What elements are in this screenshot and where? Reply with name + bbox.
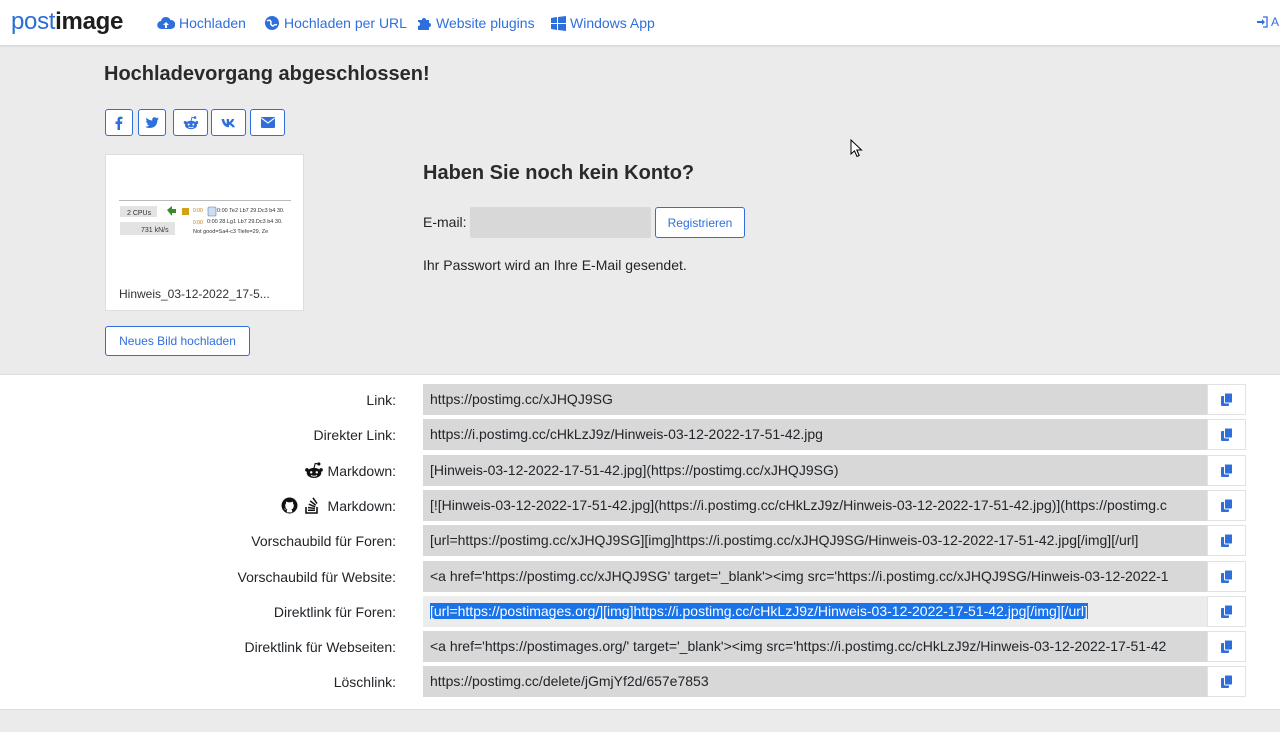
share-twitter-button[interactable] <box>138 109 166 136</box>
link-row-direct-webpages: Direktlink für Webseiten: <a href='https… <box>0 631 1280 662</box>
share-facebook-button[interactable] <box>105 109 133 136</box>
direct-webpages-label: Direktlink für Webseiten: <box>244 638 396 655</box>
nav-upload-url[interactable]: Hochladen per URL <box>264 14 407 32</box>
svg-text:0:00: 0:00 <box>193 220 203 226</box>
new-upload-button[interactable]: Neues Bild hochladen <box>105 326 250 356</box>
markdown-reddit-label-text: Markdown: <box>327 462 396 479</box>
copy-icon <box>1220 605 1233 618</box>
thumbnail-line2-text: 0:00 28.Lg1 Lb7 29.Dc3 b4 30. <box>207 219 283 225</box>
stack-overflow-icon <box>304 497 318 514</box>
direct-forum-field[interactable]: [url=https://postimages.org/][img]https:… <box>423 596 1208 627</box>
puzzle-icon <box>418 18 431 30</box>
svg-text:0:00: 0:00 <box>193 208 203 214</box>
password-note: Ihr Passwort wird an Ihre E-Mail gesende… <box>423 257 687 273</box>
copy-icon <box>1220 640 1233 653</box>
nav-upload-label: Hochladen <box>179 15 246 31</box>
nav-website-plugins-label: Website plugins <box>436 15 535 31</box>
logo-part-image: image <box>55 8 124 35</box>
facebook-icon <box>115 116 123 130</box>
copy-markdown-github-button[interactable] <box>1207 490 1246 521</box>
direct-webpages-field[interactable]: <a href='https://postimages.org/' target… <box>423 631 1208 662</box>
nav-windows-app[interactable]: Windows App <box>551 14 655 32</box>
delete-link-field[interactable]: https://postimg.cc/delete/jGmjYf2d/657e7… <box>423 666 1208 697</box>
share-reddit-button[interactable] <box>173 109 208 136</box>
thumb-forum-label: Vorschaubild für Foren: <box>251 532 396 549</box>
share-vk-button[interactable] <box>211 109 246 136</box>
markdown-github-label-text: Markdown: <box>327 497 396 514</box>
logo-part-post: post <box>11 8 56 35</box>
register-button[interactable]: Registrieren <box>655 207 745 238</box>
link-row-markdown-reddit: Markdown: [Hinweis-03-12-2022-17-51-42.j… <box>0 455 1280 486</box>
nav-website-plugins[interactable]: Website plugins <box>416 14 535 32</box>
copy-icon <box>1220 534 1233 547</box>
thumb-website-label: Vorschaubild für Website: <box>237 568 397 585</box>
nav-windows-app-label: Windows App <box>570 15 655 31</box>
email-field[interactable] <box>470 207 651 238</box>
link-row-delete-link: Löschlink: https://postimg.cc/delete/jGm… <box>0 666 1280 697</box>
windows-icon <box>551 15 566 31</box>
thumbnail-speed-text: 731 kN/s <box>141 227 169 234</box>
copy-delete-link-button[interactable] <box>1207 666 1246 697</box>
share-email-button[interactable] <box>250 109 285 136</box>
link-label: Link: <box>366 391 396 408</box>
uploaded-image-card[interactable]: 2 CPUs 731 kN/s 0:00 0:00 0:00 Te2 Lb7 2… <box>105 154 304 311</box>
markdown-reddit-field[interactable]: [Hinweis-03-12-2022-17-51-42.jpg](https:… <box>423 455 1208 486</box>
link-row-thumb-website: Vorschaubild für Website: <a href='https… <box>0 561 1280 592</box>
copy-icon <box>1220 393 1233 406</box>
copy-direct-forum-button[interactable] <box>1207 596 1246 627</box>
direct-forum-selected-text: [url=https://postimages.org/][img]https:… <box>430 603 1088 619</box>
copy-markdown-reddit-button[interactable] <box>1207 455 1246 486</box>
direct-link-field[interactable]: https://i.postimg.cc/cHkLzJ9z/Hinweis-03… <box>423 419 1208 450</box>
copy-thumb-website-button[interactable] <box>1207 561 1246 592</box>
vk-icon <box>221 118 235 127</box>
github-icon <box>281 497 297 514</box>
navbar: postimage Hochladen Hochladen per URL We… <box>0 0 1280 46</box>
mouse-cursor-icon <box>850 139 863 158</box>
uploaded-image-filename: Hinweis_03-12-2022_17-5... <box>119 287 270 301</box>
cloud-upload-icon <box>157 16 175 30</box>
markdown-github-label: Markdown: <box>281 490 396 521</box>
copy-direct-link-button[interactable] <box>1207 419 1246 450</box>
copy-icon <box>1220 675 1233 688</box>
sign-in-icon <box>1257 16 1268 28</box>
thumb-forum-field[interactable]: [url=https://postimg.cc/xJHQJ9SG][img]ht… <box>423 525 1208 556</box>
link-field[interactable]: https://postimg.cc/xJHQJ9SG <box>423 384 1208 415</box>
email-icon <box>260 117 275 128</box>
markdown-github-field[interactable]: [![Hinweis-03-12-2022-17-51-42.jpg](http… <box>423 490 1208 521</box>
reddit-icon <box>304 462 323 479</box>
direct-link-label: Direkter Link: <box>313 426 396 443</box>
link-row-markdown-github: Markdown: [![Hinweis-03-12-2022-17-51-42… <box>0 490 1280 521</box>
nav-upload-url-label: Hochladen per URL <box>284 15 407 31</box>
share-links-panel: Link: https://postimg.cc/xJHQJ9SG Direkt… <box>0 374 1280 710</box>
nav-upload[interactable]: Hochladen <box>157 14 246 32</box>
copy-thumb-forum-button[interactable] <box>1207 525 1246 556</box>
copy-icon <box>1220 570 1233 583</box>
nav-login-label: A <box>1271 15 1280 29</box>
direct-forum-label: Direktlink für Foren: <box>273 603 396 620</box>
link-row-direct-link: Direkter Link: https://i.postimg.cc/cHkL… <box>0 419 1280 450</box>
postimage-logo[interactable]: postimage <box>11 8 123 36</box>
globe-icon <box>265 16 279 30</box>
copy-icon <box>1220 464 1233 477</box>
copy-icon <box>1220 428 1233 441</box>
link-row-direct-forum: Direktlink für Foren: [url=https://posti… <box>0 596 1280 627</box>
delete-link-label: Löschlink: <box>333 673 396 690</box>
link-row-link: Link: https://postimg.cc/xJHQJ9SG <box>0 384 1280 415</box>
link-row-thumb-forum: Vorschaubild für Foren: [url=https://pos… <box>0 525 1280 556</box>
uploaded-image-thumbnail[interactable]: 2 CPUs 731 kN/s 0:00 0:00 0:00 Te2 Lb7 2… <box>119 200 291 240</box>
thumbnail-line1-text: 0:00 Te2 Lb7 29.Dc3 b4 30. <box>217 208 285 214</box>
reddit-icon <box>183 115 198 129</box>
twitter-icon <box>145 116 159 128</box>
thumb-website-field[interactable]: <a href='https://postimg.cc/xJHQJ9SG' ta… <box>423 561 1208 592</box>
markdown-reddit-label: Markdown: <box>304 455 396 486</box>
page-title: Hochladevorgang abgeschlossen! <box>104 63 430 85</box>
copy-direct-webpages-button[interactable] <box>1207 631 1246 662</box>
thumbnail-cpus-text: 2 CPUs <box>127 210 152 217</box>
email-label: E-mail: <box>423 214 467 230</box>
nav-login[interactable]: A <box>1256 15 1279 29</box>
copy-link-button[interactable] <box>1207 384 1246 415</box>
thumbnail-line3-text: Not good=Sa4-c3 Tiefe=29, Ze <box>193 229 268 235</box>
copy-icon <box>1220 499 1233 512</box>
account-heading: Haben Sie noch kein Konto? <box>423 162 695 184</box>
